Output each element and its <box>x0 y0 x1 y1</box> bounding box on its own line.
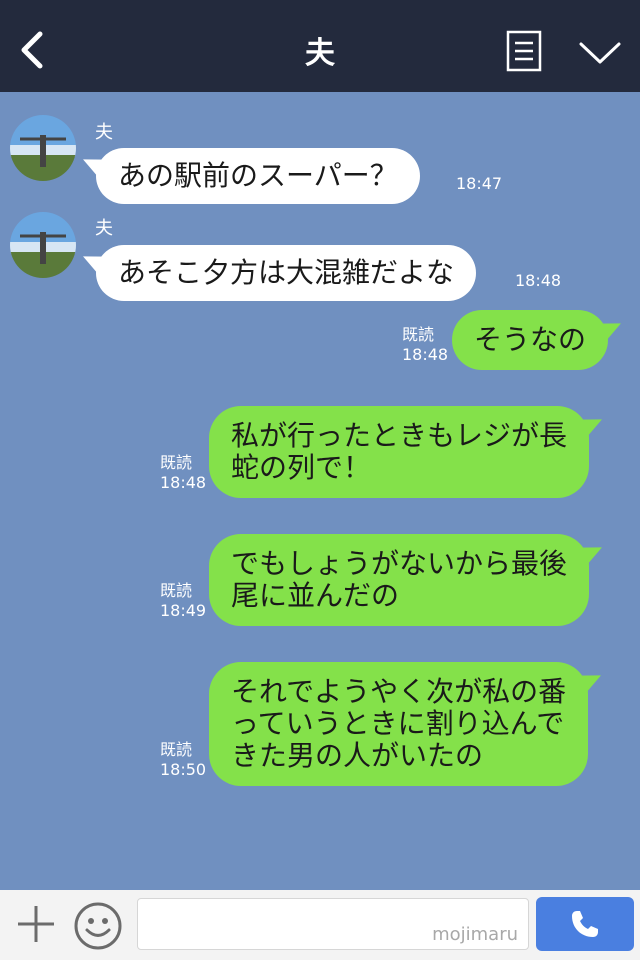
message-text: そうなの <box>474 323 587 356</box>
message-text: あの駅前のスーパー？ <box>118 159 398 192</box>
message-meta: 既読 18:48 <box>402 325 448 365</box>
message-time: 18:48 <box>515 271 562 290</box>
chat-header: 夫 <box>0 0 640 92</box>
message-text-line: 尾に並んだの <box>231 579 400 612</box>
phone-icon <box>572 911 598 937</box>
message-input[interactable]: mojimaru <box>137 898 529 950</box>
message-meta: 既読 18:49 <box>160 581 206 621</box>
chat-title: 夫 <box>305 36 335 71</box>
read-receipt: 既読 <box>160 453 193 472</box>
message-text-line: っていうときに割り込んで <box>231 707 565 740</box>
message-text-line: きた男の人がいたの <box>231 739 484 772</box>
message-meta: 既読 18:48 <box>160 453 206 493</box>
chevron-down-icon[interactable] <box>578 38 622 68</box>
message-text-line: 蛇の列で！ <box>231 451 372 484</box>
message-bubble[interactable]: それでようやく次が私の番 っていうときに割り込んで きた男の人がいたの <box>209 662 589 786</box>
send-button[interactable] <box>536 897 634 951</box>
plus-icon[interactable] <box>14 902 58 946</box>
message-time: 18:48 <box>160 473 207 492</box>
avatar[interactable] <box>10 212 76 278</box>
message-text-line: 私が行ったときもレジが長 <box>231 419 568 452</box>
list-icon[interactable] <box>506 30 542 72</box>
message-time: 18:47 <box>456 174 503 193</box>
read-receipt: 既読 <box>160 581 193 600</box>
watermark-text: mojimaru <box>432 924 518 945</box>
message-bubble[interactable]: あそこ夕方は大混雑だよな <box>96 245 477 301</box>
sender-name: 夫 <box>95 218 113 239</box>
message-bubble[interactable]: でもしょうがないから最後 尾に並んだの <box>209 534 590 626</box>
message-text: あそこ夕方は大混雑だよな <box>118 256 455 289</box>
read-receipt: 既読 <box>160 740 193 759</box>
message-time: 18:48 <box>402 345 449 364</box>
message-bubble[interactable]: あの駅前のスーパー？ <box>96 148 420 204</box>
message-bubble[interactable]: そうなの <box>452 310 609 370</box>
smiley-icon[interactable] <box>73 901 123 951</box>
message-time: 18:49 <box>160 601 207 620</box>
message-time: 18:50 <box>160 760 207 779</box>
message-text-line: それでようやく次が私の番 <box>231 675 567 708</box>
message-meta: 既読 18:50 <box>160 740 206 780</box>
message-text-line: でもしょうがないから最後 <box>231 547 568 580</box>
read-receipt: 既読 <box>402 325 435 344</box>
message-bubble[interactable]: 私が行ったときもレジが長 蛇の列で！ <box>209 406 590 498</box>
sender-name: 夫 <box>95 122 113 143</box>
avatar[interactable] <box>10 115 76 181</box>
